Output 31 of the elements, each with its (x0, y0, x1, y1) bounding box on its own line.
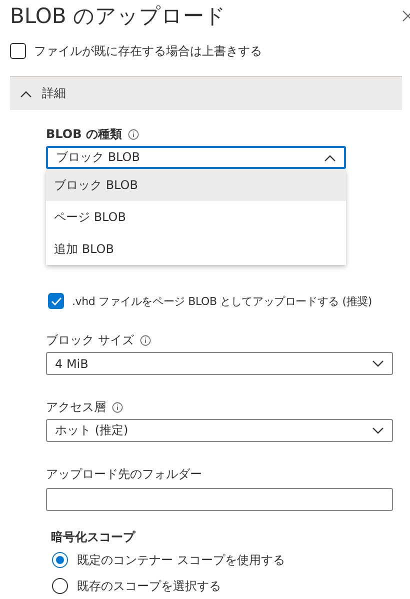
chevron-icon (372, 360, 384, 368)
field-label: 暗号化スコープ (51, 528, 135, 546)
chevron-icon (372, 426, 384, 434)
dropdown-option[interactable]: ブロック BLOB (46, 169, 346, 201)
dropdown-option[interactable]: 追加 BLOB (46, 233, 346, 265)
info-icon (140, 334, 151, 346)
field-label: アップロード先のフォルダー (46, 466, 202, 482)
field-label: アクセス層 (46, 398, 106, 416)
section-title: 詳細 (42, 85, 66, 102)
checkmark-icon (50, 296, 62, 306)
radio-label: 既存のスコープを選択する (77, 578, 221, 594)
checkbox-label: ファイルが既に存在する場合は上書きする (34, 42, 262, 60)
chevron-icon (20, 90, 32, 98)
dropdown-option[interactable]: ページ BLOB (46, 201, 346, 233)
radio-button[interactable] (52, 552, 68, 568)
radio-label: 既定のコンテナー スコープを使用する (77, 552, 285, 568)
section-header[interactable]: 詳細 (10, 76, 402, 110)
radio-button[interactable] (52, 578, 68, 594)
checkbox-label: .vhd ファイルをページ BLOB としてアップロードする (推奨) (72, 294, 372, 308)
panel-title: BLOB のアップロード (10, 3, 226, 30)
dropdown[interactable]: 4 MiB (46, 352, 393, 375)
field-label: ブロック サイズ (46, 332, 134, 348)
info-icon (128, 128, 139, 140)
dropdown[interactable]: ブロック BLOB (46, 146, 346, 169)
dropdown[interactable]: ホット (推定) (46, 419, 393, 442)
checkbox[interactable] (10, 43, 26, 60)
info-icon (112, 402, 123, 412)
input-field[interactable] (46, 488, 393, 511)
field-label: BLOB の種類 (46, 126, 122, 142)
checkbox[interactable] (48, 293, 64, 309)
chevron-icon (324, 154, 336, 162)
